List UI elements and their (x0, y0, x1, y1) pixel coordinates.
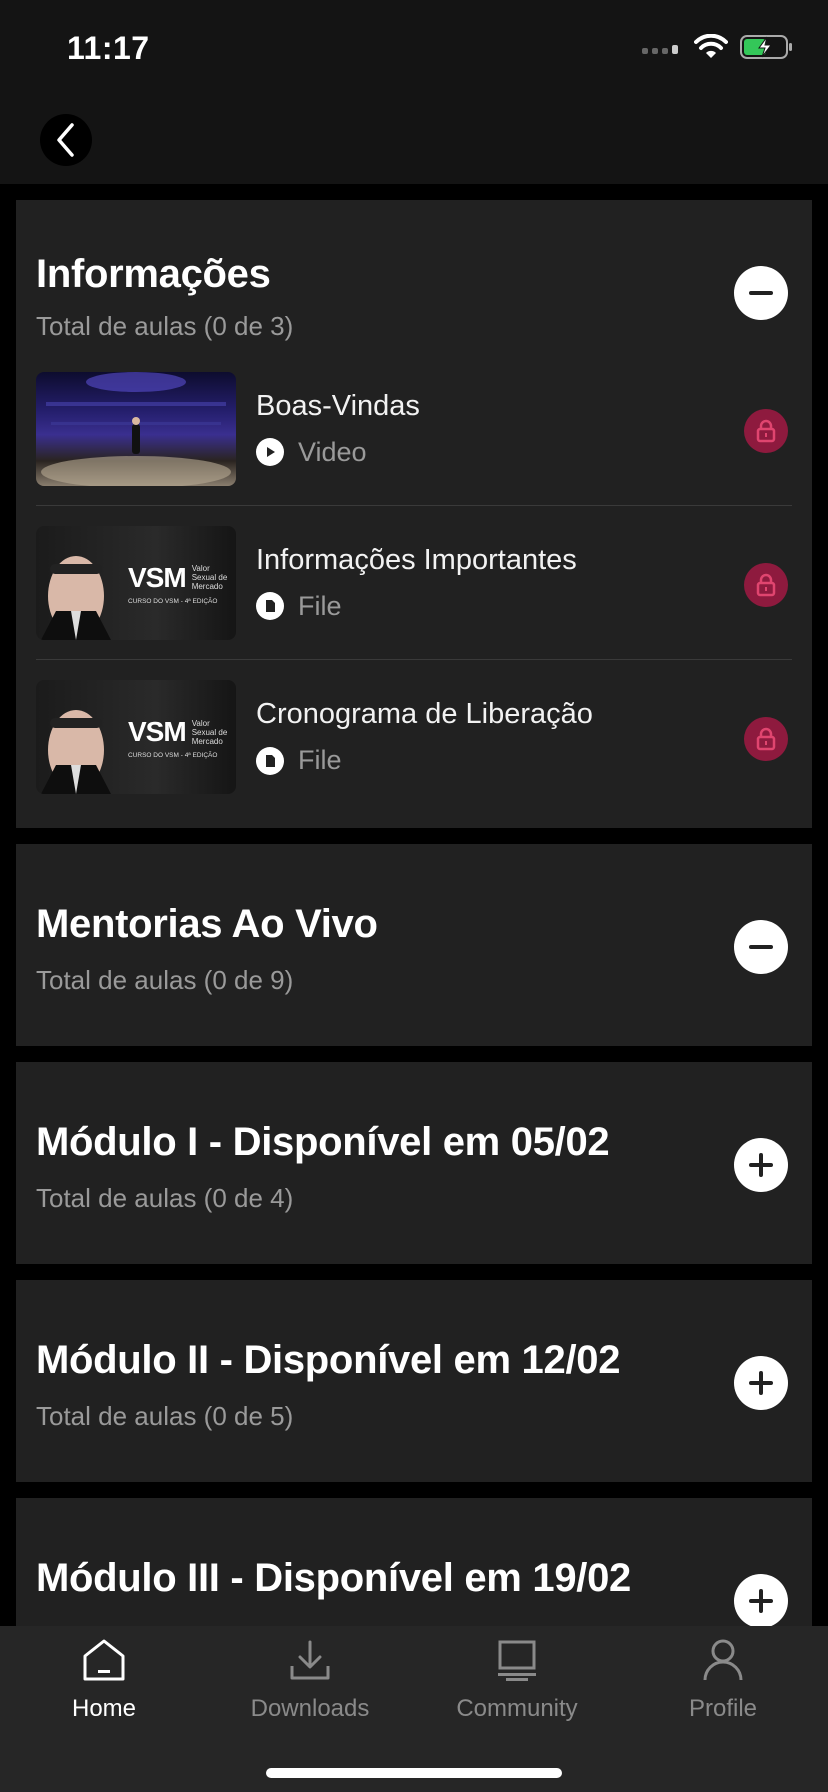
section-subtitle: Total de aulas (0 de 5) (36, 1401, 294, 1431)
lesson-item[interactable]: VSM Valor Sexual de Mercado CURSO DO VSM… (36, 660, 792, 814)
tab-label: Home (71, 1695, 137, 1722)
vsm-tagline: Valor Sexual de Mercado (191, 718, 228, 746)
vsm-course-label: CURSO DO VSM - 4ª EDIÇÃO (128, 597, 218, 605)
section-header[interactable]: Mentorias Ao Vivo Total de aulas (0 de 9… (16, 844, 812, 1046)
cellular-signal-icon (642, 45, 678, 54)
section-title: Módulo III - Disponível em 19/02 (36, 1556, 631, 1600)
vsm-logo: VSM (128, 561, 187, 593)
collapse-button[interactable] (734, 920, 788, 974)
tab-downloads[interactable]: Downloads (230, 1638, 390, 1723)
lesson-item[interactable]: Boas-Vindas Video (36, 352, 792, 506)
nav-bar (0, 96, 828, 184)
section-subtitle: Total de aulas (0 de 9) (36, 965, 294, 995)
expand-button[interactable] (734, 1138, 788, 1192)
tab-home[interactable]: Home (24, 1638, 184, 1723)
back-button[interactable] (40, 114, 92, 166)
vsm-course-label: CURSO DO VSM - 4ª EDIÇÃO (128, 752, 218, 759)
lesson-type: File (256, 745, 593, 776)
status-bar: 11:17 (0, 0, 828, 96)
community-icon (498, 1640, 536, 1681)
module-section: Mentorias Ao Vivo Total de aulas (0 de 9… (16, 844, 812, 1046)
lesson-type-label: Video (298, 436, 367, 467)
expand-button[interactable] (734, 1574, 788, 1626)
vsm-logo: VSM (128, 716, 187, 747)
lesson-thumbnail (36, 371, 236, 486)
section-header[interactable]: Informações Total de aulas (0 de 3) (16, 200, 812, 358)
lesson-thumbnail: VSM Valor Sexual de Mercado CURSO DO VSM… (36, 525, 236, 640)
section-subtitle: Total de aulas (0 de 4) (36, 1183, 294, 1213)
section-header[interactable]: Módulo I - Disponível em 05/02 Total de … (16, 1062, 812, 1264)
lock-icon (744, 563, 788, 607)
lesson-title: Informações Importantes (256, 543, 577, 576)
section-header[interactable]: Módulo III - Disponível em 19/02 (16, 1498, 812, 1626)
tab-profile[interactable]: Profile (643, 1638, 803, 1723)
lesson-info: Informações Importantes File (256, 544, 577, 622)
minus-icon (749, 291, 773, 295)
collapse-button[interactable] (734, 266, 788, 320)
module-section: Módulo III - Disponível em 19/02 (16, 1498, 812, 1626)
wifi-icon (694, 34, 728, 58)
home-icon (83, 1639, 125, 1681)
section-header[interactable]: Módulo II - Disponível em 12/02 Total de… (16, 1280, 812, 1482)
file-icon (256, 592, 284, 620)
lesson-list: Boas-Vindas Video VSM Valor Sexual de Me… (16, 352, 812, 828)
battery-charging-icon (740, 35, 792, 59)
lesson-info: Boas-Vindas Video (256, 390, 420, 468)
lesson-type: File (256, 591, 577, 622)
section-title: Módulo I - Disponível em 05/02 (36, 1120, 610, 1164)
lesson-title: Cronograma de Liberação (256, 698, 593, 730)
plus-icon (749, 1371, 773, 1395)
lesson-info: Cronograma de Liberação File (256, 698, 593, 776)
vsm-tagline: Valor Sexual de Mercado (191, 564, 228, 591)
lesson-type: Video (256, 437, 420, 468)
play-icon (256, 438, 284, 466)
section-title: Informações (36, 252, 271, 296)
lesson-title: Boas-Vindas (256, 389, 420, 422)
section-title: Módulo II - Disponível em 12/02 (36, 1338, 621, 1382)
file-icon (256, 746, 284, 775)
profile-icon (703, 1639, 743, 1681)
minus-icon (749, 945, 773, 949)
download-icon (290, 1640, 330, 1680)
lesson-type-label: File (298, 590, 342, 621)
tab-label: Downloads (250, 1695, 370, 1722)
plus-icon (749, 1153, 773, 1177)
expand-button[interactable] (734, 1356, 788, 1410)
status-time: 11:17 (67, 30, 150, 66)
tab-label: Community (456, 1695, 578, 1722)
module-list[interactable]: Informações Total de aulas (0 de 3) Boas… (0, 184, 828, 1626)
module-section: Informações Total de aulas (0 de 3) Boas… (16, 200, 812, 828)
lesson-thumbnail: VSM Valor Sexual de Mercado CURSO DO VSM… (36, 680, 236, 794)
tab-community[interactable]: Community (437, 1638, 597, 1723)
module-section: Módulo I - Disponível em 05/02 Total de … (16, 1062, 812, 1264)
lesson-type-label: File (298, 745, 342, 775)
tab-label: Profile (688, 1695, 758, 1722)
lock-icon (744, 717, 788, 761)
section-subtitle: Total de aulas (0 de 3) (36, 311, 294, 341)
lesson-item[interactable]: VSM Valor Sexual de Mercado CURSO DO VSM… (36, 506, 792, 660)
lock-icon (744, 409, 788, 453)
chevron-left-icon (57, 123, 74, 157)
module-section: Módulo II - Disponível em 12/02 Total de… (16, 1280, 812, 1482)
section-title: Mentorias Ao Vivo (36, 902, 378, 946)
plus-icon (749, 1589, 773, 1613)
status-icons (642, 34, 794, 60)
home-indicator[interactable] (266, 1768, 562, 1778)
